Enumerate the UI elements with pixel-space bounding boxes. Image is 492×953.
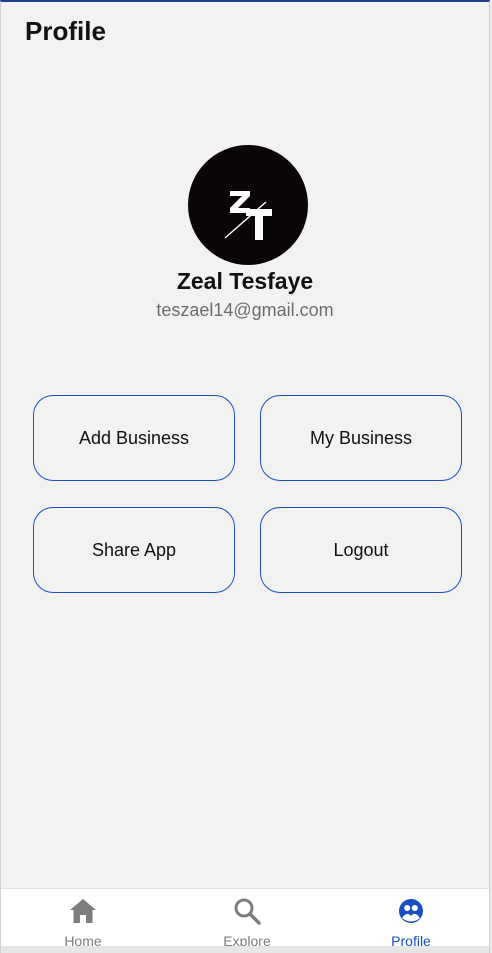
home-icon — [70, 899, 96, 923]
nav-item-explore[interactable]: Explore — [192, 889, 302, 949]
user-email: teszael14@gmail.com — [156, 300, 334, 320]
nav-item-profile[interactable]: Profile — [356, 889, 466, 949]
page-title: Profile — [25, 16, 106, 46]
my-business-button[interactable]: My Business — [260, 395, 462, 481]
profile-icon — [399, 899, 423, 923]
user-name: Zeal Tesfaye — [176, 268, 314, 294]
nav-item-home[interactable]: Home — [28, 889, 138, 949]
search-icon — [234, 898, 261, 925]
avatar — [188, 145, 308, 265]
share-app-button[interactable]: Share App — [33, 507, 235, 593]
bottom-navigation: Home Explore Profile — [1, 888, 489, 949]
logout-button[interactable]: Logout — [260, 507, 462, 593]
system-bar — [1, 946, 489, 953]
add-business-button[interactable]: Add Business — [33, 395, 235, 481]
profile-screen: Profile Zeal Tesfaye teszael14@gmail.com… — [0, 0, 490, 953]
zt-logo-icon — [224, 191, 272, 240]
